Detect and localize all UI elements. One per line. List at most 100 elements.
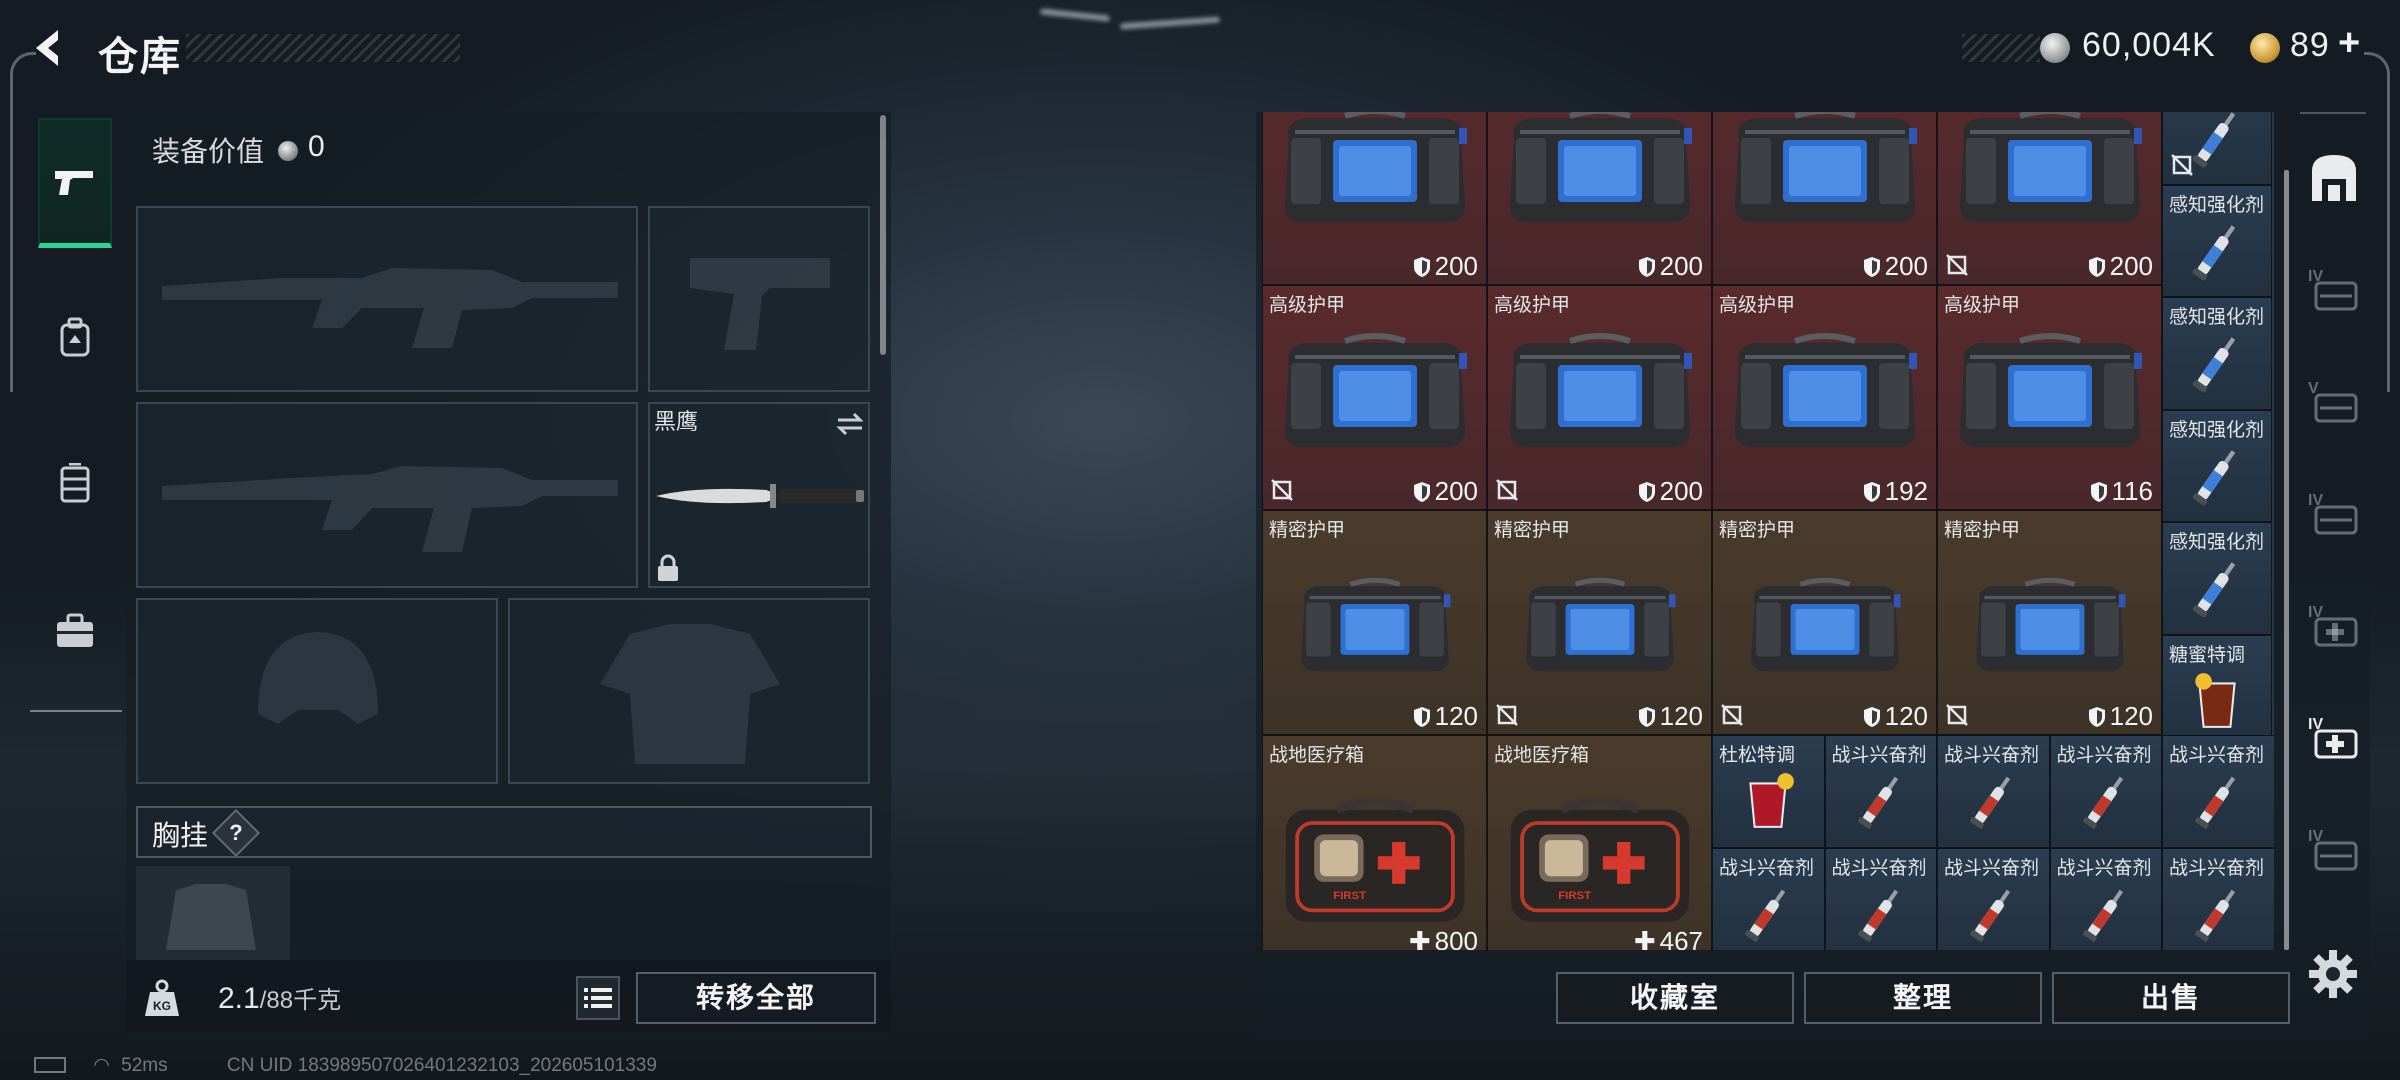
armor-bag-icon bbox=[1959, 112, 2142, 223]
item-name: 战斗兴奋剂 bbox=[1719, 857, 1815, 879]
storage-item[interactable]: 200 bbox=[1712, 112, 1937, 285]
storage-item[interactable]: 战斗兴奋剂 bbox=[2049, 735, 2162, 848]
storage-item[interactable]: 战地医疗箱 FIRST ✚ 800 bbox=[1262, 735, 1487, 950]
tab-weapons[interactable] bbox=[38, 118, 112, 248]
tab-toolbox[interactable] bbox=[38, 566, 112, 696]
storage-item[interactable]: 200 bbox=[1262, 112, 1487, 285]
combat-stim-icon bbox=[1857, 889, 1898, 942]
list-view-button[interactable] bbox=[576, 976, 620, 1020]
item-name: 精密护甲 bbox=[1944, 520, 2021, 541]
title-decoration bbox=[186, 34, 460, 62]
tier-glyph: IV bbox=[2308, 604, 2358, 647]
silver-coin-icon bbox=[278, 141, 298, 161]
shield-icon bbox=[2090, 482, 2107, 502]
safehouse-icon[interactable] bbox=[2303, 146, 2365, 208]
storage-item[interactable]: 200 bbox=[1487, 112, 1712, 285]
item-durability: 120 bbox=[1638, 701, 1703, 732]
add-currency-button[interactable]: + bbox=[2338, 22, 2361, 65]
iced-drink-icon bbox=[2195, 672, 2236, 728]
storage-item[interactable]: 杜松特调 bbox=[1712, 735, 1825, 848]
shield-icon bbox=[1638, 707, 1655, 727]
storage-item[interactable]: 感知强化剂 bbox=[2162, 409, 2272, 522]
storage-item[interactable]: 高级护甲 116 bbox=[1937, 285, 2162, 510]
storage-item[interactable]: 高级护甲 200 bbox=[1262, 285, 1487, 510]
durability-value: 200 bbox=[1884, 251, 1928, 281]
storage-item[interactable]: 战斗兴奋剂 bbox=[1824, 847, 1937, 950]
gear-icon[interactable] bbox=[2307, 948, 2359, 1000]
tier-iv-armor-icon[interactable]: IV bbox=[2303, 258, 2365, 320]
durability-value: 120 bbox=[1659, 701, 1703, 731]
help-mark[interactable]: ? bbox=[219, 816, 253, 850]
armor-bag-icon bbox=[1300, 577, 1450, 672]
tier-iv-medkit-icon[interactable]: IV bbox=[2303, 594, 2365, 656]
helmet-slot[interactable] bbox=[136, 598, 498, 784]
storage-item[interactable]: 精密护甲 120 bbox=[1487, 510, 1712, 735]
sort-button[interactable]: 整理 bbox=[1804, 972, 2042, 1024]
primary-weapon-slot-2[interactable] bbox=[136, 402, 638, 588]
armor-bag-icon bbox=[1734, 333, 1917, 448]
combat-stim-icon bbox=[1857, 776, 1898, 829]
storage-grid: 200 200 200 200 高级护甲 200 高级护甲 200 高级护甲 192 高… bbox=[1262, 112, 2274, 950]
svg-text:FIRST: FIRST bbox=[1558, 890, 1591, 902]
wifi-icon: ◠ bbox=[93, 1055, 110, 1076]
pistol-icon bbox=[55, 170, 93, 195]
left-rail-frame bbox=[10, 52, 36, 392]
item-durability: 200 bbox=[1413, 251, 1478, 282]
storage-item[interactable] bbox=[2162, 112, 2272, 185]
ping-text: 52ms bbox=[121, 1055, 168, 1076]
loadout-scrollbar[interactable] bbox=[880, 115, 886, 355]
injector-icon bbox=[2192, 224, 2236, 281]
storage-item[interactable]: 战斗兴奋剂 bbox=[2049, 847, 2162, 950]
item-name: 感知强化剂 bbox=[2169, 194, 2265, 216]
storage-item[interactable]: 感知强化剂 bbox=[2162, 297, 2272, 410]
storage-item[interactable]: 战斗兴奋剂 bbox=[1712, 847, 1825, 950]
item-name: 高级护甲 bbox=[1269, 295, 1346, 316]
durability-value: 800 bbox=[1434, 926, 1478, 950]
toolbox-icon bbox=[57, 613, 93, 647]
tier-glyph: V bbox=[2308, 380, 2358, 423]
storage-item[interactable]: 精密护甲 120 bbox=[1937, 510, 2162, 735]
item-durability: 200 bbox=[1638, 476, 1703, 507]
secondary-weapon-slot[interactable] bbox=[648, 206, 870, 392]
uid-text: CN UID 183989507026401232103_20260510133… bbox=[226, 1055, 657, 1076]
sell-button[interactable]: 出售 bbox=[2052, 972, 2290, 1024]
tier-iv-container-icon[interactable]: IV bbox=[2303, 482, 2365, 544]
storage-item[interactable]: 感知强化剂 bbox=[2162, 522, 2272, 635]
transfer-all-button[interactable]: 转移全部 bbox=[636, 972, 876, 1024]
chest-rig-slot[interactable] bbox=[136, 866, 290, 960]
collection-room-button[interactable]: 收藏室 bbox=[1556, 972, 1794, 1024]
primary-weapon-slot[interactable] bbox=[136, 206, 638, 392]
tier-iv-misc-icon[interactable]: IV bbox=[2303, 818, 2365, 880]
durability-value: 467 bbox=[1659, 926, 1703, 950]
body-armor-slot[interactable] bbox=[508, 598, 870, 784]
item-name: 精密护甲 bbox=[1269, 520, 1346, 541]
storage-scrollbar[interactable] bbox=[2284, 170, 2289, 950]
backpack-icon bbox=[60, 317, 90, 357]
storage-item[interactable]: 战斗兴奋剂 bbox=[1937, 847, 2050, 950]
storage-item[interactable]: 高级护甲 192 bbox=[1712, 285, 1937, 510]
item-durability: 192 bbox=[1863, 476, 1928, 507]
storage-item[interactable]: 糖蜜特调 bbox=[2162, 634, 2272, 747]
tier-iv-medkit-active-icon[interactable]: IV bbox=[2303, 706, 2365, 768]
carry-weight-value: 2.1 bbox=[218, 982, 260, 1015]
storage-item[interactable]: 200 bbox=[1937, 112, 2162, 285]
item-name: 战斗兴奋剂 bbox=[2056, 857, 2152, 879]
storage-item[interactable]: 战斗兴奋剂 bbox=[2162, 735, 2274, 848]
svg-text:KG: KG bbox=[153, 999, 171, 1013]
tab-vest[interactable] bbox=[38, 418, 112, 548]
storage-item[interactable]: 精密护甲 120 bbox=[1712, 510, 1937, 735]
armor-bag-icon bbox=[1750, 577, 1900, 672]
tier-v-gear-icon[interactable]: V bbox=[2303, 370, 2365, 432]
item-durability: 200 bbox=[1863, 251, 1928, 282]
combat-stim-icon bbox=[2082, 889, 2123, 942]
storage-item[interactable]: 高级护甲 200 bbox=[1487, 285, 1712, 510]
storage-item[interactable]: 战斗兴奋剂 bbox=[2162, 847, 2274, 950]
storage-item[interactable]: 感知强化剂 bbox=[2162, 184, 2272, 297]
storage-item[interactable]: 战斗兴奋剂 bbox=[1824, 735, 1937, 848]
item-name: 战地医疗箱 bbox=[1494, 745, 1590, 766]
storage-item[interactable]: 精密护甲 120 bbox=[1262, 510, 1487, 735]
list-icon bbox=[584, 988, 612, 1008]
tab-backpack[interactable] bbox=[38, 272, 112, 402]
storage-item[interactable]: 战地医疗箱 FIRST ✚ 467 bbox=[1487, 735, 1712, 950]
storage-item[interactable]: 战斗兴奋剂 bbox=[1937, 735, 2050, 848]
